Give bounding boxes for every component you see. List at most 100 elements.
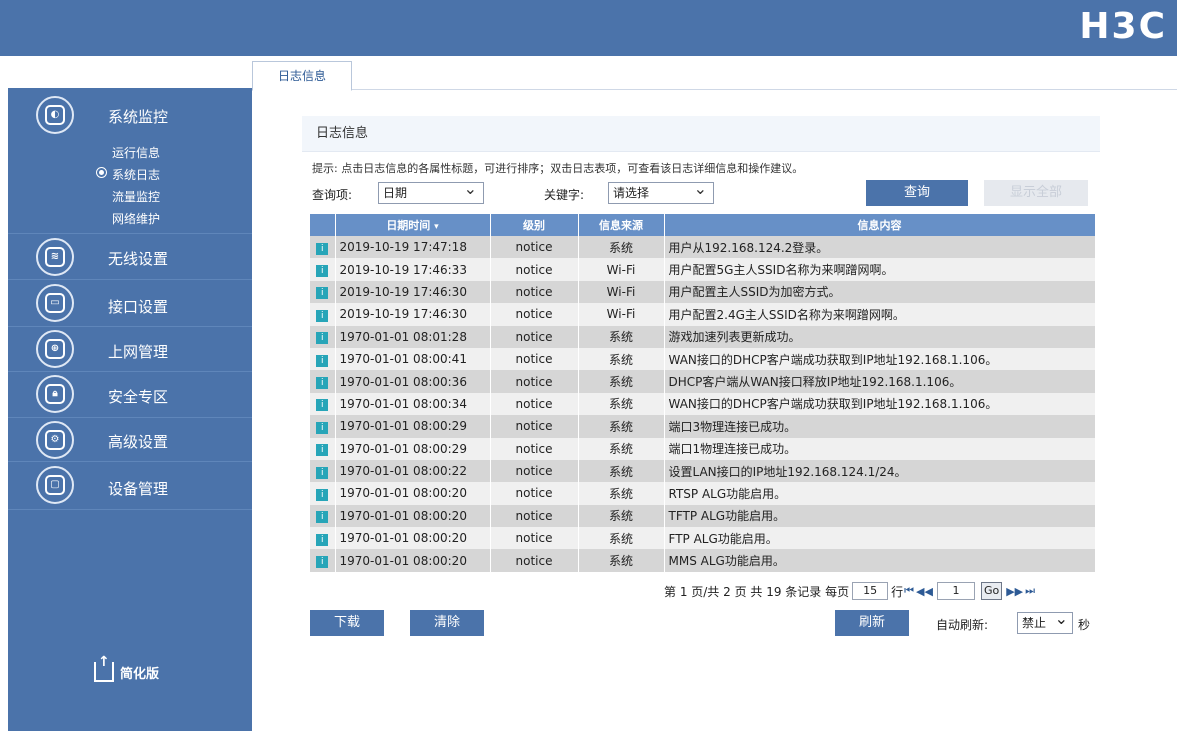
- simple-version-label: 简化版: [120, 666, 160, 682]
- table-row[interactable]: i 1970-01-01 08:00:20 notice 系统 TFTP ALG功能启用…: [310, 504, 1096, 528]
- row-level-cell-icon: i: [310, 258, 336, 281]
- table-row[interactable]: i 1970-01-01 08:00:20 notice 系统 FTP ALG功能启用。: [310, 527, 1096, 550]
- prev-page-icon[interactable]: ◀◀: [916, 585, 933, 598]
- info-icon: i: [316, 309, 329, 322]
- sidebar-item-advanced[interactable]: 高级设置: [108, 431, 168, 452]
- cell-datetime: 1970-01-01 08:00:20: [335, 504, 491, 528]
- cell-content: WAN接口的DHCP客户端成功获取到IP地址192.168.1.106。: [664, 392, 1096, 416]
- header-datetime-label: 日期时间: [386, 219, 431, 232]
- query-field-label: 查询项:: [312, 188, 353, 202]
- clear-button[interactable]: 清除: [410, 610, 484, 636]
- table-header-content[interactable]: 信息内容: [664, 214, 1096, 236]
- first-page-icon[interactable]: ⏮: [904, 584, 914, 598]
- cell-level: notice: [490, 482, 579, 505]
- sidebar-item-internet[interactable]: 上网管理: [108, 341, 168, 362]
- sidebar-section-wireless[interactable]: ≋ 无线设置: [8, 234, 252, 280]
- cell-content: DHCP客户端从WAN接口释放IP地址192.168.1.106。: [664, 370, 1096, 393]
- internet-icon: ⊕: [36, 330, 74, 368]
- security-icon: 🔒︎: [36, 375, 74, 413]
- sidebar-subitem-network-maintenance[interactable]: 网络维护: [112, 210, 160, 227]
- table-row[interactable]: i 1970-01-01 08:00:34 notice 系统 WAN接口的DHCP客户…: [310, 392, 1096, 416]
- cell-content: 端口1物理连接已成功。: [664, 437, 1096, 460]
- log-table: 日期时间 ▾ 级别 信息来源 信息内容 i 2019-10-19 17:47:18…: [310, 214, 1096, 572]
- info-icon: i: [316, 265, 329, 278]
- cell-datetime: 1970-01-01 08:00:20: [335, 527, 491, 550]
- row-level-cell-icon: i: [310, 482, 336, 505]
- sidebar-section-security[interactable]: 🔒︎ 安全专区: [8, 372, 252, 418]
- row-level-cell-icon: i: [310, 303, 336, 326]
- row-level-cell-icon: i: [310, 370, 336, 393]
- sidebar-section-device[interactable]: ▢ 设备管理: [8, 462, 252, 510]
- cell-level: notice: [490, 236, 579, 259]
- table-header-datetime[interactable]: 日期时间 ▾: [335, 214, 491, 236]
- sort-down-icon: ▾: [434, 222, 439, 232]
- auto-refresh-select[interactable]: 禁止: [1017, 609, 1073, 634]
- sidebar-item-wireless[interactable]: 无线设置: [108, 248, 168, 269]
- info-icon: i: [316, 242, 329, 255]
- cell-content: 端口3物理连接已成功。: [664, 415, 1096, 438]
- cell-datetime: 1970-01-01 08:01:28: [335, 325, 491, 348]
- hint-text: 提示: 点击日志信息的各属性标题，可进行排序；双击日志表项，可查看该日志详细信息…: [312, 162, 804, 175]
- table-row[interactable]: i 1970-01-01 08:00:29 notice 系统 端口3物理连接已成功。: [310, 415, 1096, 438]
- last-page-icon[interactable]: ⏭: [1025, 584, 1035, 598]
- tab-strip: 日志信息: [252, 56, 1177, 91]
- info-icon: i: [316, 488, 329, 501]
- sidebar-subitem-run-info[interactable]: 运行信息: [112, 144, 160, 161]
- sidebar-subitem-system-log[interactable]: 系统日志: [112, 166, 160, 183]
- cell-content: 游戏加速列表更新成功。: [664, 325, 1096, 348]
- sidebar-section-interface[interactable]: ▭ 接口设置: [8, 280, 252, 327]
- show-all-button[interactable]: 显示全部: [984, 180, 1088, 206]
- row-level-cell-icon: i: [310, 415, 336, 438]
- cell-source: 系统: [578, 415, 665, 438]
- active-radio-icon: [96, 167, 107, 178]
- table-header-source[interactable]: 信息来源: [578, 214, 665, 236]
- table-row[interactable]: i 1970-01-01 08:00:20 notice 系统 RTSP ALG功能启用…: [310, 482, 1096, 505]
- sidebar-section-system-monitor[interactable]: ◐ 系统监控 运行信息 系统日志 流量监控 网络维护: [8, 88, 252, 234]
- query-field-select[interactable]: 日期: [378, 179, 484, 204]
- per-page-input[interactable]: 15: [852, 582, 889, 600]
- cell-source: Wi-Fi: [578, 280, 665, 304]
- sidebar-item-security[interactable]: 安全专区: [108, 386, 168, 407]
- row-level-cell-icon: i: [310, 504, 336, 528]
- tab-log-info[interactable]: 日志信息: [252, 61, 352, 91]
- page-number-input[interactable]: 1: [936, 582, 975, 600]
- table-row[interactable]: i 2019-10-19 17:46:30 notice Wi-Fi 用户配置2.4G主…: [310, 303, 1096, 326]
- sidebar-item-system-monitor[interactable]: 系统监控: [108, 106, 168, 127]
- cell-datetime: 1970-01-01 08:00:20: [335, 549, 491, 572]
- simple-version-link[interactable]: 简化版: [94, 654, 160, 682]
- sidebar-item-interface[interactable]: 接口设置: [108, 296, 168, 317]
- next-page-icon[interactable]: ▶▶: [1006, 585, 1023, 598]
- auto-refresh-value: 禁止: [1022, 616, 1047, 630]
- upload-arrow-icon: [94, 654, 114, 682]
- row-level-cell-icon: i: [310, 437, 336, 460]
- table-header-level[interactable]: 级别: [490, 214, 579, 236]
- cell-source: Wi-Fi: [578, 303, 665, 326]
- go-button[interactable]: Go: [980, 582, 1003, 600]
- info-icon: i: [316, 466, 329, 479]
- auto-refresh-unit: 秒: [1078, 618, 1091, 632]
- table-row[interactable]: i 1970-01-01 08:00:20 notice 系统 MMS ALG功能启用。: [310, 549, 1096, 572]
- keyword-select[interactable]: 请选择: [608, 179, 714, 204]
- sidebar-section-advanced[interactable]: ⚙ 高级设置: [8, 418, 252, 462]
- sidebar-subitem-traffic-monitor[interactable]: 流量监控: [112, 188, 160, 205]
- cell-content: 用户从192.168.124.2登录。: [664, 236, 1096, 259]
- sidebar-section-internet[interactable]: ⊕ 上网管理: [8, 327, 252, 372]
- top-header: H3C: [0, 0, 1177, 56]
- table-row[interactable]: i 1970-01-01 08:00:29 notice 系统 端口1物理连接已成功。: [310, 437, 1096, 460]
- interface-icon: ▭: [36, 284, 74, 322]
- download-button[interactable]: 下载: [310, 610, 384, 636]
- table-row[interactable]: i 2019-10-19 17:46:33 notice Wi-Fi 用户配置5G主人S…: [310, 258, 1096, 281]
- table-row[interactable]: i 1970-01-01 08:00:22 notice 系统 设置LAN接口的IP地址…: [310, 459, 1096, 483]
- pager: 第 1 页/共 2 页 共 19 条记录 每页 15 行 ⏮ ◀◀ 1 Go ▶…: [664, 582, 1036, 600]
- sidebar: ◐ 系统监控 运行信息 系统日志 流量监控 网络维护 ≋ 无线设置 ▭ 接口设置…: [8, 88, 252, 731]
- refresh-button[interactable]: 刷新: [835, 610, 909, 636]
- table-row[interactable]: i 1970-01-01 08:01:28 notice 系统 游戏加速列表更新成功。: [310, 325, 1096, 348]
- query-field-value: 日期: [383, 186, 408, 200]
- table-row[interactable]: i 2019-10-19 17:47:18 notice 系统 用户从192.168.1…: [310, 236, 1096, 259]
- search-button[interactable]: 查询: [866, 180, 968, 206]
- cell-level: notice: [490, 325, 579, 348]
- table-row[interactable]: i 2019-10-19 17:46:30 notice Wi-Fi 用户配置主人SSI…: [310, 280, 1096, 304]
- sidebar-item-device[interactable]: 设备管理: [108, 478, 168, 499]
- table-row[interactable]: i 1970-01-01 08:00:41 notice 系统 WAN接口的DHCP客户…: [310, 347, 1096, 371]
- table-row[interactable]: i 1970-01-01 08:00:36 notice 系统 DHCP客户端从WAN接…: [310, 370, 1096, 393]
